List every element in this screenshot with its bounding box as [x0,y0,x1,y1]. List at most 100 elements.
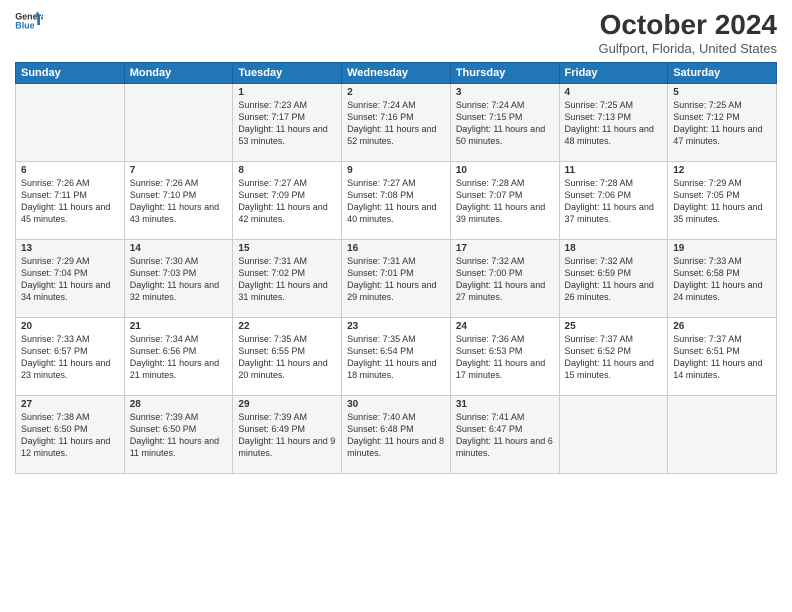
day-info: Sunrise: 7:24 AMSunset: 7:15 PMDaylight:… [456,99,554,148]
day-number: 14 [130,243,228,254]
calendar-cell: 15Sunrise: 7:31 AMSunset: 7:02 PMDayligh… [233,239,342,317]
col-header-tuesday: Tuesday [233,62,342,83]
day-info: Sunrise: 7:31 AMSunset: 7:01 PMDaylight:… [347,255,445,304]
day-info: Sunrise: 7:32 AMSunset: 7:00 PMDaylight:… [456,255,554,304]
day-number: 20 [21,321,119,332]
calendar-cell: 27Sunrise: 7:38 AMSunset: 6:50 PMDayligh… [16,395,125,473]
day-info: Sunrise: 7:40 AMSunset: 6:48 PMDaylight:… [347,411,445,460]
day-info: Sunrise: 7:24 AMSunset: 7:16 PMDaylight:… [347,99,445,148]
day-number: 18 [565,243,663,254]
day-info: Sunrise: 7:26 AMSunset: 7:10 PMDaylight:… [130,177,228,226]
col-header-monday: Monday [124,62,233,83]
day-info: Sunrise: 7:39 AMSunset: 6:50 PMDaylight:… [130,411,228,460]
svg-text:Blue: Blue [15,21,34,31]
col-header-friday: Friday [559,62,668,83]
calendar-cell: 31Sunrise: 7:41 AMSunset: 6:47 PMDayligh… [450,395,559,473]
calendar-cell: 26Sunrise: 7:37 AMSunset: 6:51 PMDayligh… [668,317,777,395]
title-block: October 2024 Gulfport, Florida, United S… [599,10,777,56]
day-info: Sunrise: 7:29 AMSunset: 7:05 PMDaylight:… [673,177,771,226]
day-number: 11 [565,165,663,176]
calendar-cell: 23Sunrise: 7:35 AMSunset: 6:54 PMDayligh… [342,317,451,395]
day-info: Sunrise: 7:41 AMSunset: 6:47 PMDaylight:… [456,411,554,460]
calendar-cell: 29Sunrise: 7:39 AMSunset: 6:49 PMDayligh… [233,395,342,473]
day-info: Sunrise: 7:27 AMSunset: 7:09 PMDaylight:… [238,177,336,226]
day-info: Sunrise: 7:38 AMSunset: 6:50 PMDaylight:… [21,411,119,460]
day-number: 4 [565,87,663,98]
calendar-cell: 24Sunrise: 7:36 AMSunset: 6:53 PMDayligh… [450,317,559,395]
logo: General Blue [15,10,43,32]
calendar-cell [16,83,125,161]
day-number: 7 [130,165,228,176]
day-number: 12 [673,165,771,176]
calendar-cell: 14Sunrise: 7:30 AMSunset: 7:03 PMDayligh… [124,239,233,317]
week-row-1: 1Sunrise: 7:23 AMSunset: 7:17 PMDaylight… [16,83,777,161]
day-number: 1 [238,87,336,98]
calendar-table: SundayMondayTuesdayWednesdayThursdayFrid… [15,62,777,474]
calendar-cell: 17Sunrise: 7:32 AMSunset: 7:00 PMDayligh… [450,239,559,317]
day-number: 13 [21,243,119,254]
calendar-cell: 16Sunrise: 7:31 AMSunset: 7:01 PMDayligh… [342,239,451,317]
day-info: Sunrise: 7:23 AMSunset: 7:17 PMDaylight:… [238,99,336,148]
calendar-cell: 22Sunrise: 7:35 AMSunset: 6:55 PMDayligh… [233,317,342,395]
calendar-cell: 7Sunrise: 7:26 AMSunset: 7:10 PMDaylight… [124,161,233,239]
day-info: Sunrise: 7:35 AMSunset: 6:54 PMDaylight:… [347,333,445,382]
col-header-thursday: Thursday [450,62,559,83]
day-number: 16 [347,243,445,254]
day-number: 19 [673,243,771,254]
day-number: 15 [238,243,336,254]
day-info: Sunrise: 7:33 AMSunset: 6:58 PMDaylight:… [673,255,771,304]
day-number: 21 [130,321,228,332]
page-header: General Blue October 2024 Gulfport, Flor… [15,10,777,56]
calendar-cell: 5Sunrise: 7:25 AMSunset: 7:12 PMDaylight… [668,83,777,161]
day-number: 24 [456,321,554,332]
day-info: Sunrise: 7:29 AMSunset: 7:04 PMDaylight:… [21,255,119,304]
calendar-cell: 2Sunrise: 7:24 AMSunset: 7:16 PMDaylight… [342,83,451,161]
day-info: Sunrise: 7:25 AMSunset: 7:13 PMDaylight:… [565,99,663,148]
calendar-cell: 18Sunrise: 7:32 AMSunset: 6:59 PMDayligh… [559,239,668,317]
month-title: October 2024 [599,10,777,41]
calendar-cell: 13Sunrise: 7:29 AMSunset: 7:04 PMDayligh… [16,239,125,317]
col-header-sunday: Sunday [16,62,125,83]
week-row-4: 20Sunrise: 7:33 AMSunset: 6:57 PMDayligh… [16,317,777,395]
day-number: 25 [565,321,663,332]
calendar-cell [559,395,668,473]
day-info: Sunrise: 7:30 AMSunset: 7:03 PMDaylight:… [130,255,228,304]
day-info: Sunrise: 7:39 AMSunset: 6:49 PMDaylight:… [238,411,336,460]
calendar-cell: 19Sunrise: 7:33 AMSunset: 6:58 PMDayligh… [668,239,777,317]
col-header-wednesday: Wednesday [342,62,451,83]
week-row-2: 6Sunrise: 7:26 AMSunset: 7:11 PMDaylight… [16,161,777,239]
calendar-cell: 11Sunrise: 7:28 AMSunset: 7:06 PMDayligh… [559,161,668,239]
calendar-cell: 10Sunrise: 7:28 AMSunset: 7:07 PMDayligh… [450,161,559,239]
day-number: 2 [347,87,445,98]
calendar-cell [668,395,777,473]
calendar-cell: 25Sunrise: 7:37 AMSunset: 6:52 PMDayligh… [559,317,668,395]
day-number: 8 [238,165,336,176]
calendar-cell: 30Sunrise: 7:40 AMSunset: 6:48 PMDayligh… [342,395,451,473]
logo-icon: General Blue [15,10,43,32]
col-header-saturday: Saturday [668,62,777,83]
day-number: 10 [456,165,554,176]
calendar-cell: 4Sunrise: 7:25 AMSunset: 7:13 PMDaylight… [559,83,668,161]
calendar-cell: 12Sunrise: 7:29 AMSunset: 7:05 PMDayligh… [668,161,777,239]
day-number: 27 [21,399,119,410]
day-number: 9 [347,165,445,176]
day-info: Sunrise: 7:36 AMSunset: 6:53 PMDaylight:… [456,333,554,382]
calendar-cell [124,83,233,161]
calendar-cell: 3Sunrise: 7:24 AMSunset: 7:15 PMDaylight… [450,83,559,161]
day-info: Sunrise: 7:32 AMSunset: 6:59 PMDaylight:… [565,255,663,304]
day-info: Sunrise: 7:35 AMSunset: 6:55 PMDaylight:… [238,333,336,382]
day-info: Sunrise: 7:27 AMSunset: 7:08 PMDaylight:… [347,177,445,226]
day-info: Sunrise: 7:25 AMSunset: 7:12 PMDaylight:… [673,99,771,148]
day-number: 6 [21,165,119,176]
calendar-cell: 20Sunrise: 7:33 AMSunset: 6:57 PMDayligh… [16,317,125,395]
day-number: 17 [456,243,554,254]
day-number: 3 [456,87,554,98]
day-number: 29 [238,399,336,410]
location: Gulfport, Florida, United States [599,41,777,56]
day-info: Sunrise: 7:37 AMSunset: 6:51 PMDaylight:… [673,333,771,382]
calendar-cell: 8Sunrise: 7:27 AMSunset: 7:09 PMDaylight… [233,161,342,239]
day-number: 31 [456,399,554,410]
day-info: Sunrise: 7:31 AMSunset: 7:02 PMDaylight:… [238,255,336,304]
week-row-3: 13Sunrise: 7:29 AMSunset: 7:04 PMDayligh… [16,239,777,317]
day-number: 28 [130,399,228,410]
